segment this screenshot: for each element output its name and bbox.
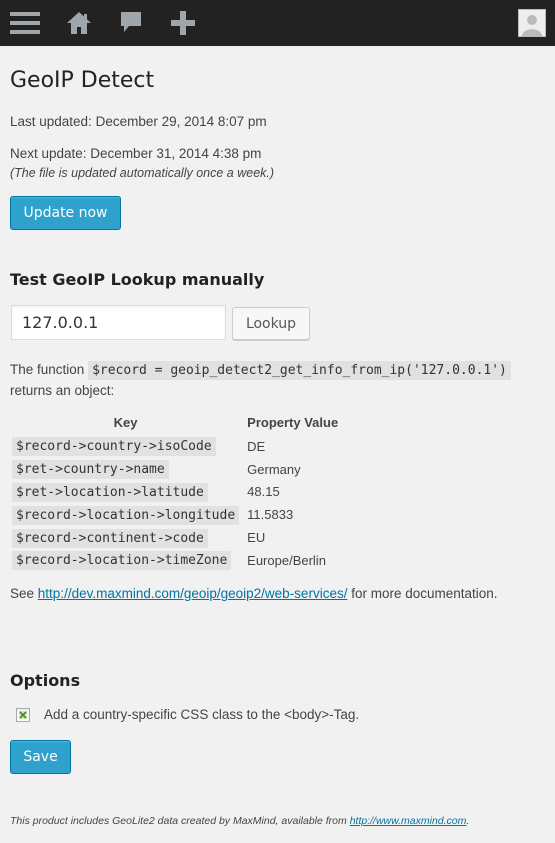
- result-key: $record->continent->code: [12, 528, 208, 548]
- table-row: $record->continent->code EU: [12, 526, 338, 549]
- lookup-button[interactable]: Lookup: [232, 307, 310, 340]
- options-heading: Options: [10, 671, 81, 690]
- admin-bar: [0, 0, 555, 46]
- table-row: $ret->country->name Germany: [12, 458, 338, 481]
- table-header-row: Key Property Value: [12, 413, 339, 435]
- result-key: $record->location->timeZone: [12, 551, 232, 571]
- result-value: DE: [247, 438, 266, 454]
- css-class-checkbox[interactable]: [16, 707, 30, 722]
- result-key: $ret->country->name: [12, 460, 169, 480]
- table-header-key: Key: [113, 414, 138, 430]
- save-button[interactable]: Save: [10, 740, 71, 774]
- result-value: EU: [247, 530, 266, 546]
- docs-line: See http://dev.maxmind.com/geoip/geoip2/…: [10, 586, 498, 601]
- avatar: [518, 9, 546, 37]
- result-value: 11.5833: [247, 507, 294, 523]
- function-code: $record = geoip_detect2_get_info_from_ip…: [88, 361, 511, 380]
- function-text-before: The function: [10, 362, 85, 377]
- user-avatar-icon[interactable]: [517, 0, 547, 46]
- ip-address-input[interactable]: [11, 305, 226, 340]
- docs-text-before: See: [10, 586, 35, 601]
- table-row: $record->location->timeZone Europe/Berli…: [12, 549, 338, 572]
- result-key: $ret->location->latitude: [12, 482, 208, 502]
- lookup-heading: Test GeoIP Lookup manually: [10, 270, 265, 289]
- result-value: 48.15: [247, 484, 280, 500]
- footer-link[interactable]: http://www.maxmind.com: [350, 815, 467, 827]
- css-class-option-label: Add a country-specific CSS class to the …: [44, 707, 360, 722]
- table-header-value: Property Value: [247, 414, 339, 430]
- docs-text-after: for more documentation.: [351, 586, 498, 601]
- footer-credit: This product includes GeoLite2 data crea…: [10, 815, 469, 827]
- result-value: Germany: [247, 461, 301, 477]
- docs-link[interactable]: http://dev.maxmind.com/geoip/geoip2/web-…: [38, 586, 348, 601]
- table-row: $ret->location->latitude 48.15: [12, 481, 338, 504]
- auto-update-note: (The file is updated automatically once …: [10, 166, 275, 180]
- result-value: Europe/Berlin: [247, 552, 326, 568]
- result-key: $record->location->longitude: [12, 505, 240, 525]
- result-key: $record->country->isoCode: [12, 437, 216, 457]
- last-updated-text: Last updated: December 29, 2014 8:07 pm: [10, 114, 267, 129]
- table-row: $record->location->longitude 11.5833: [12, 503, 338, 526]
- function-text-after: returns an object:: [10, 383, 115, 398]
- comment-bubble-icon[interactable]: [114, 0, 148, 46]
- page-title: GeoIP Detect: [10, 68, 155, 93]
- update-now-button[interactable]: Update now: [10, 196, 121, 230]
- home-icon[interactable]: [62, 0, 96, 46]
- hamburger-menu-icon[interactable]: [8, 0, 42, 46]
- table-row: $record->country->isoCode DE: [12, 435, 338, 458]
- next-update-text: Next update: December 31, 2014 4:38 pm: [10, 146, 262, 161]
- footer-end: .: [466, 815, 470, 827]
- results-table: Key Property Value $record->country->iso…: [12, 413, 338, 572]
- function-description: The function $record = geoip_detect2_get…: [10, 360, 540, 401]
- css-class-option: Add a country-specific CSS class to the …: [16, 707, 359, 722]
- footer-text: This product includes GeoLite2 data crea…: [10, 815, 347, 827]
- plus-icon[interactable]: [166, 0, 200, 46]
- checkmark-icon: [19, 710, 27, 719]
